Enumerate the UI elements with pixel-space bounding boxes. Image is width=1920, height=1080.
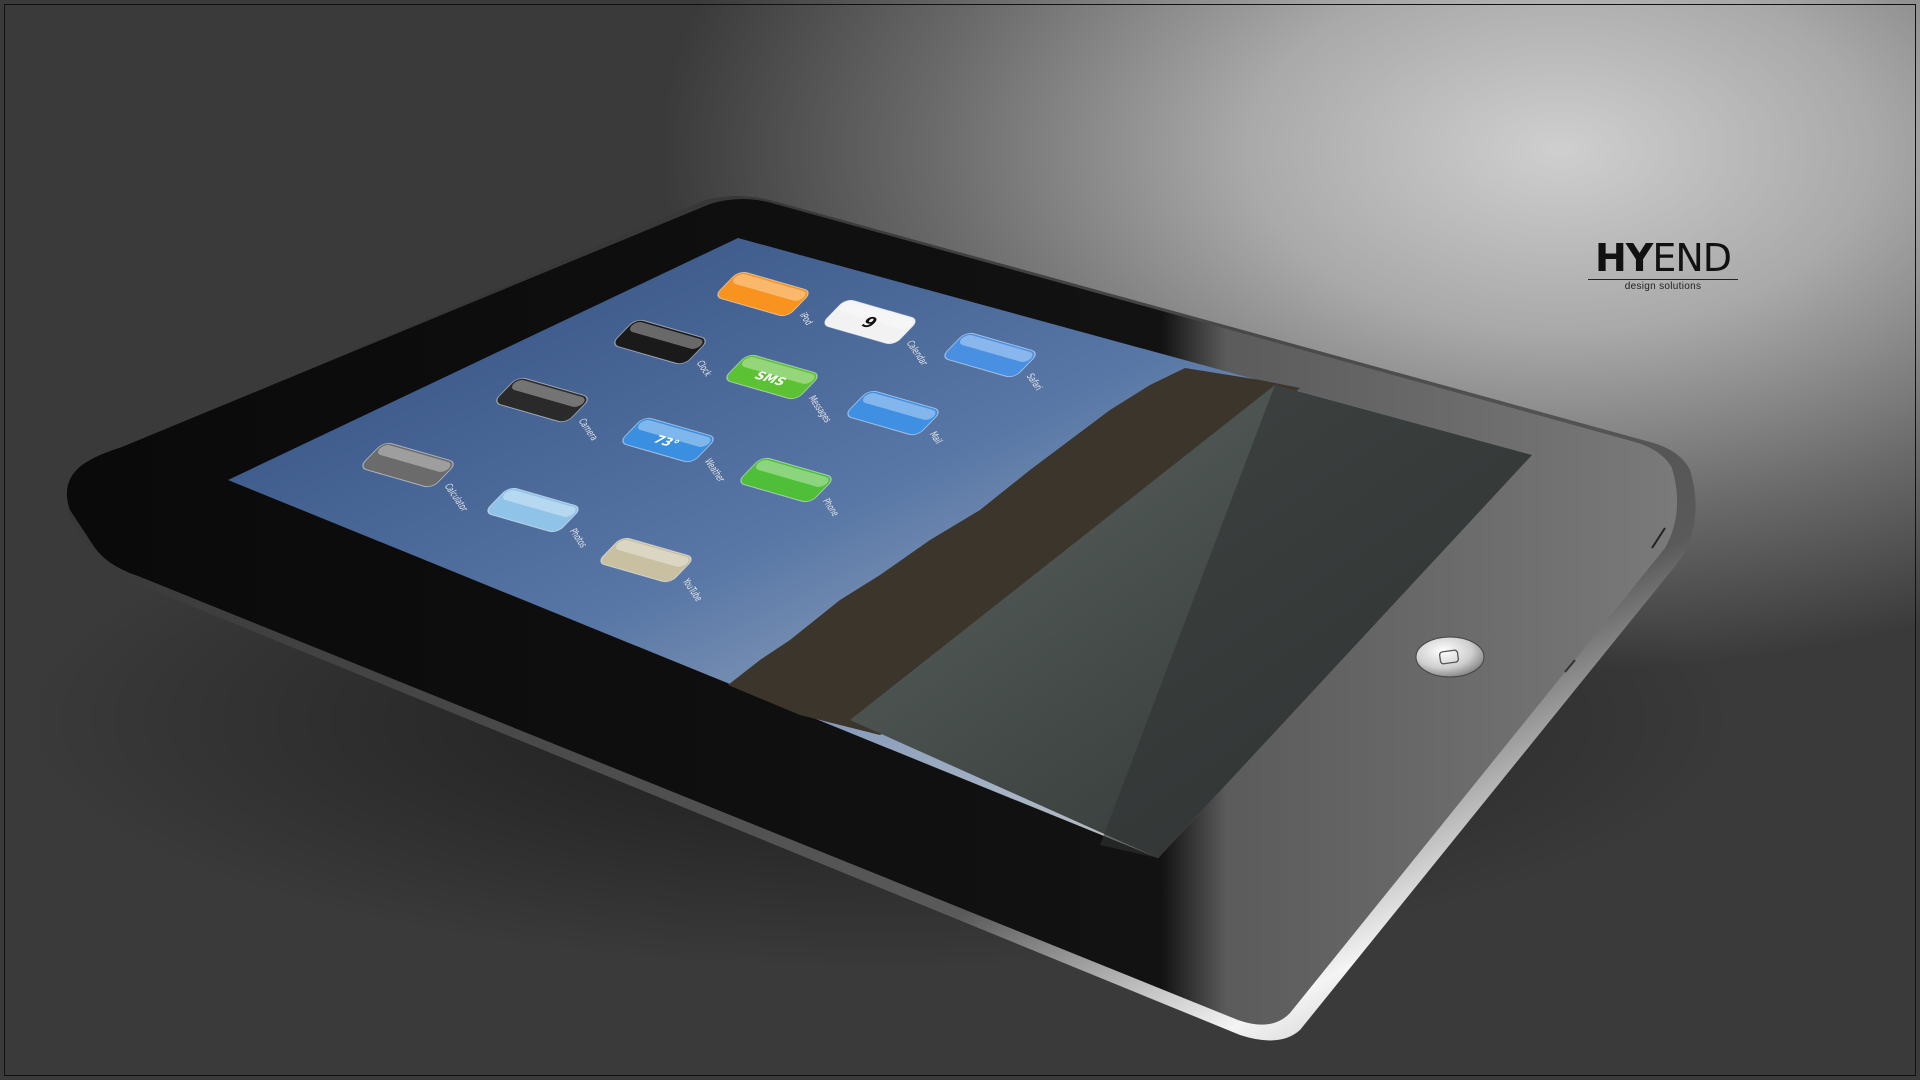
logo-wordmark: HYEND [1588, 238, 1738, 278]
hyend-logo: HYEND design solutions [1588, 238, 1738, 292]
logo-light: END [1652, 236, 1732, 280]
tablet-render: iPod 9CalendarSafariClockSMSMessagesMailC… [20, 196, 1740, 1041]
logo-tagline: design solutions [1624, 281, 1702, 292]
rendered-scene: iPod 9 Calendar Safari Clock SMS Messages Mail C… [0, 0, 1920, 1080]
logo-bold: HY [1594, 236, 1653, 280]
home-button[interactable] [1415, 636, 1485, 678]
